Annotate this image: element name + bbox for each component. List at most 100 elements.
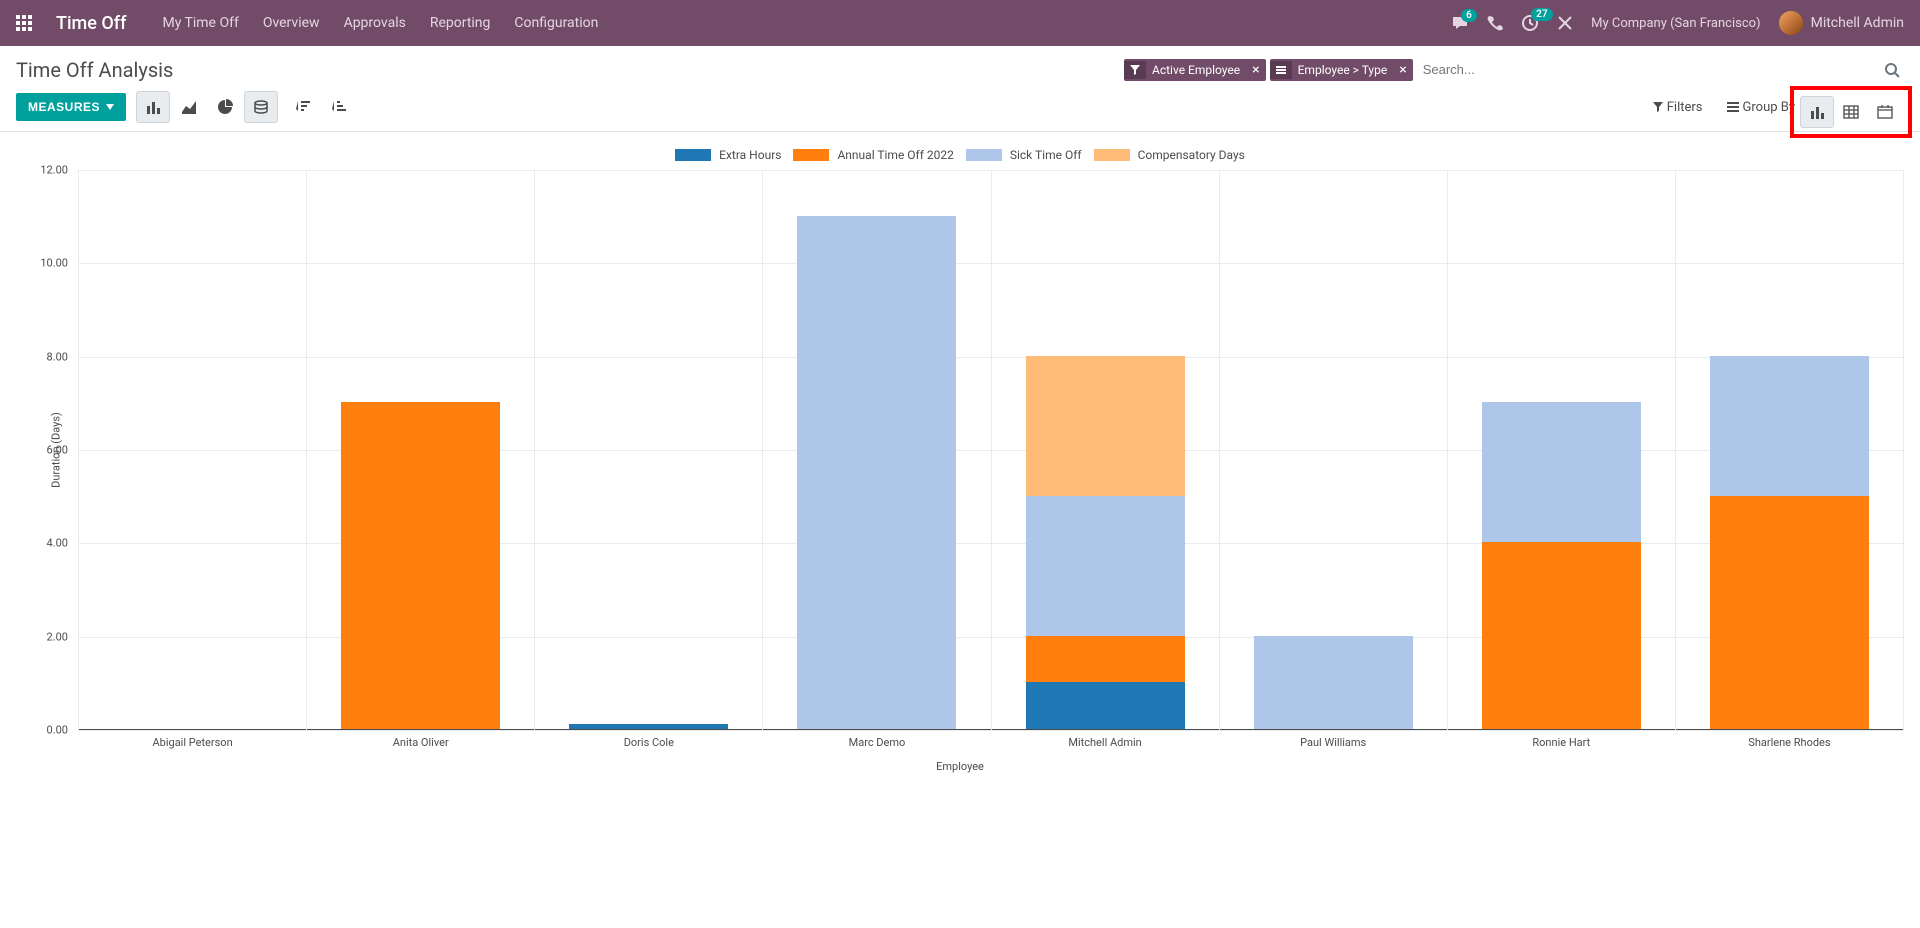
debug-icon[interactable] — [1557, 15, 1573, 31]
chart-container: Extra Hours Annual Time Off 2022 Sick Time… — [0, 132, 1920, 926]
nav-my-time-off[interactable]: My Time Off — [162, 15, 238, 31]
legend-swatch — [1094, 149, 1130, 161]
app-title[interactable]: Time Off — [56, 13, 126, 34]
legend-label: Compensatory Days — [1138, 148, 1245, 162]
graph-view-button[interactable] — [1800, 96, 1834, 128]
legend-item[interactable]: Annual Time Off 2022 — [793, 148, 953, 162]
bar-group: Ronnie Hart — [1448, 170, 1676, 730]
bar-segment[interactable] — [569, 724, 728, 729]
x-tick: Anita Oliver — [393, 730, 449, 749]
y-axis: 0.002.004.006.008.0010.0012.00 — [20, 170, 68, 730]
line-chart-button[interactable] — [172, 91, 206, 123]
bar-segment[interactable] — [1026, 356, 1185, 496]
group-chip-text: Employee > Type — [1292, 59, 1394, 81]
bar-segment[interactable] — [1482, 542, 1641, 729]
measures-label: MEASURES — [28, 100, 100, 114]
apps-icon[interactable] — [16, 15, 32, 31]
nav-menu: My Time Off Overview Approvals Reporting… — [162, 15, 598, 31]
legend-swatch — [675, 149, 711, 161]
activities-icon[interactable]: 27 — [1521, 14, 1539, 32]
y-tick: 8.00 — [47, 350, 68, 363]
search-icon[interactable] — [1880, 58, 1904, 82]
nav-approvals[interactable]: Approvals — [344, 15, 406, 31]
bar-segment[interactable] — [1026, 496, 1185, 636]
bar-group: Doris Cole — [535, 170, 763, 730]
nav-configuration[interactable]: Configuration — [514, 15, 598, 31]
legend-item[interactable]: Compensatory Days — [1094, 148, 1245, 162]
bar-segment[interactable] — [1254, 636, 1413, 729]
legend-label: Sick Time Off — [1010, 148, 1082, 162]
sort-asc-button[interactable] — [322, 91, 356, 123]
legend-swatch — [966, 149, 1002, 161]
pie-chart-button[interactable] — [208, 91, 242, 123]
avatar — [1779, 11, 1803, 35]
messages-icon[interactable]: 6 — [1451, 15, 1469, 31]
bar-group: Paul Williams — [1220, 170, 1448, 730]
nav-reporting[interactable]: Reporting — [430, 15, 491, 31]
phone-icon[interactable] — [1487, 15, 1503, 31]
list-icon — [1727, 102, 1739, 112]
nav-overview[interactable]: Overview — [263, 15, 320, 31]
search-area: Active Employee × Employee > Type × — [1124, 56, 1904, 83]
bar-segment[interactable] — [1710, 496, 1869, 729]
page-title: Time Off Analysis — [16, 58, 173, 82]
group-chip[interactable]: Employee > Type × — [1270, 59, 1413, 81]
pivot-view-button[interactable] — [1834, 96, 1868, 128]
bar-segment[interactable] — [1710, 356, 1869, 496]
filter-chip[interactable]: Active Employee × — [1124, 59, 1266, 81]
funnel-icon — [1653, 102, 1663, 112]
filter-chip-close[interactable]: × — [1246, 62, 1265, 78]
y-tick: 10.00 — [40, 257, 68, 270]
y-tick: 2.00 — [47, 630, 68, 643]
activities-badge: 27 — [1531, 8, 1552, 21]
bar-segment[interactable] — [341, 402, 500, 729]
filters-dropdown[interactable]: Filters — [1653, 100, 1703, 115]
bar-stack[interactable] — [341, 402, 500, 729]
x-tick: Paul Williams — [1300, 730, 1366, 749]
bar-segment[interactable] — [1026, 636, 1185, 683]
x-tick: Sharlene Rhodes — [1748, 730, 1830, 749]
bar-stack[interactable] — [1710, 356, 1869, 729]
nav-left: Time Off My Time Off Overview Approvals … — [16, 13, 598, 34]
x-tick: Marc Demo — [849, 730, 906, 749]
search-input[interactable] — [1417, 56, 1876, 83]
measures-button[interactable]: MEASURES — [16, 93, 126, 121]
bar-group: Mitchell Admin — [992, 170, 1220, 730]
caret-down-icon — [106, 104, 114, 110]
legend-item[interactable]: Extra Hours — [675, 148, 781, 162]
funnel-icon — [1124, 61, 1146, 79]
calendar-view-button[interactable] — [1868, 96, 1902, 128]
messages-badge: 6 — [1461, 9, 1477, 22]
bar-segment[interactable] — [1482, 402, 1641, 542]
y-tick: 4.00 — [47, 537, 68, 550]
bar-segment[interactable] — [797, 216, 956, 729]
list-icon — [1270, 61, 1292, 79]
legend-item[interactable]: Sick Time Off — [966, 148, 1082, 162]
bar-stack[interactable] — [569, 724, 728, 729]
x-tick: Ronnie Hart — [1532, 730, 1590, 749]
bar-stack[interactable] — [1482, 402, 1641, 729]
legend-label: Annual Time Off 2022 — [837, 148, 953, 162]
y-tick: 12.00 — [40, 164, 68, 177]
bar-group: Marc Demo — [763, 170, 991, 730]
control-panel: Time Off Analysis Active Employee × Empl… — [0, 46, 1920, 132]
group-chip-close[interactable]: × — [1393, 62, 1412, 78]
bar-stack[interactable] — [1254, 636, 1413, 729]
bar-segment[interactable] — [1026, 682, 1185, 729]
bar-stack[interactable] — [1026, 356, 1185, 729]
bar-stack[interactable] — [797, 216, 956, 729]
user-name: Mitchell Admin — [1811, 15, 1904, 31]
y-tick: 0.00 — [47, 724, 68, 737]
bar-group: Sharlene Rhodes — [1676, 170, 1904, 730]
sort-desc-button[interactable] — [286, 91, 320, 123]
groupby-dropdown[interactable]: Group By — [1727, 100, 1796, 115]
bar-chart-button[interactable] — [136, 91, 170, 123]
user-menu[interactable]: Mitchell Admin — [1779, 11, 1904, 35]
legend-label: Extra Hours — [719, 148, 781, 162]
x-axis-label: Employee — [8, 760, 1912, 773]
stacked-button[interactable] — [244, 91, 278, 123]
company-selector[interactable]: My Company (San Francisco) — [1591, 16, 1760, 31]
bar-group: Anita Oliver — [307, 170, 535, 730]
grid-line — [78, 730, 1904, 731]
bars: Abigail PetersonAnita OliverDoris ColeMa… — [78, 170, 1904, 730]
